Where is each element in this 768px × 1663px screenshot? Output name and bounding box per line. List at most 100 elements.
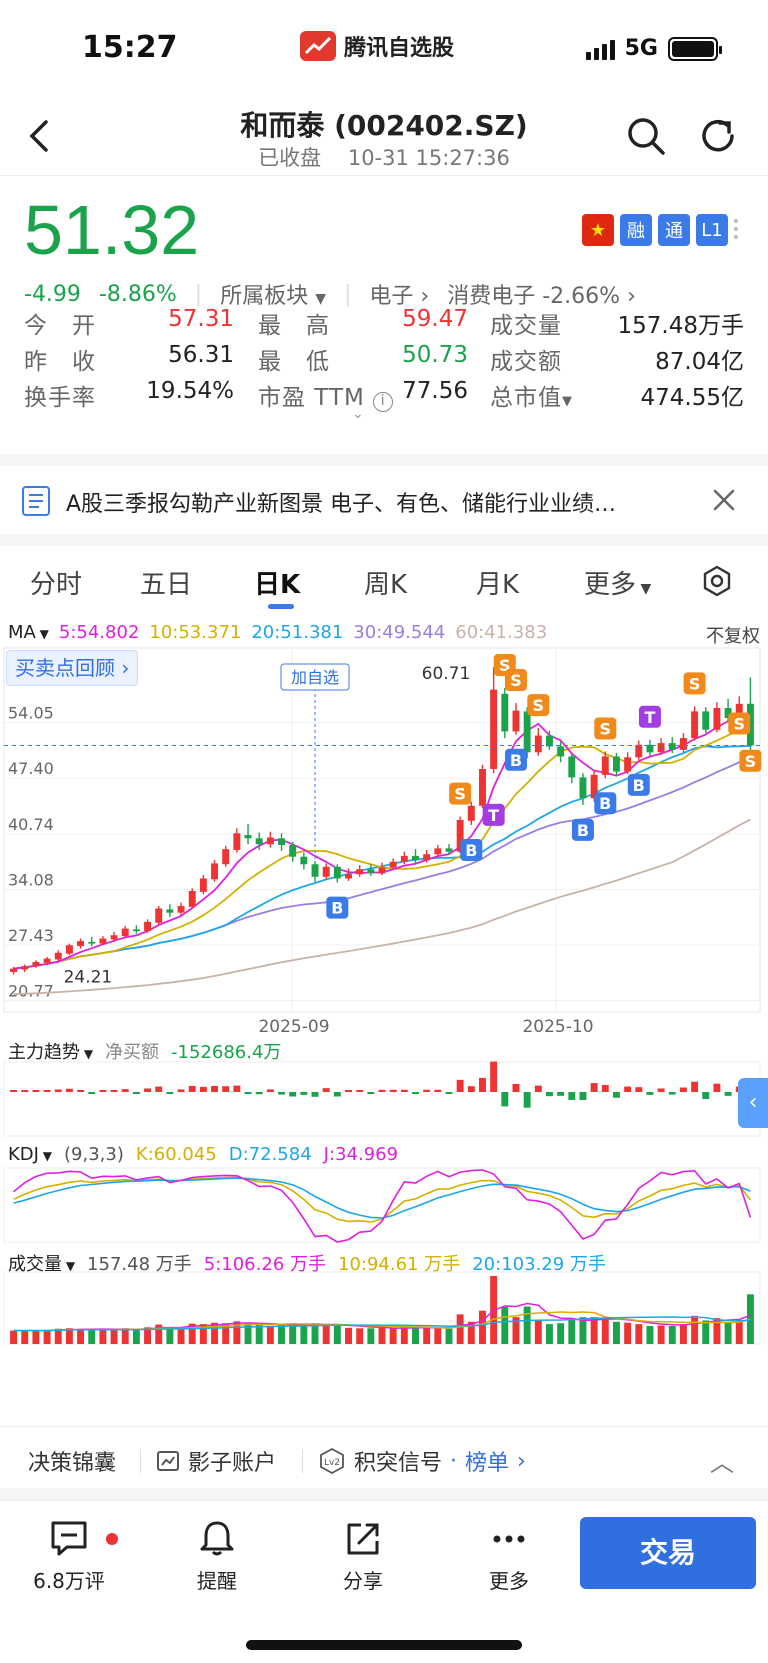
alert-button[interactable]: 提醒	[162, 1519, 272, 1594]
tab-more[interactable]: 更多 ▼	[584, 564, 651, 601]
candle-body	[244, 835, 252, 839]
badge-margin[interactable]: 融	[620, 214, 652, 246]
flow-bar	[166, 1092, 174, 1094]
home-indicator	[246, 1640, 522, 1650]
network-label: 5G	[624, 36, 658, 61]
market-datetime: 10-31 15:27:36	[347, 146, 510, 170]
volume-bar	[132, 1330, 140, 1344]
app-logo-icon	[300, 31, 336, 61]
flow-bar	[278, 1092, 285, 1095]
news-banner[interactable]: A股三季报勾勒产业新图景 电子、有色、储能行业业绩…	[0, 468, 768, 534]
volume-bar	[624, 1322, 632, 1344]
price-change-pct: -8.86%	[98, 281, 177, 307]
flow-bar	[322, 1088, 330, 1092]
caret-down-icon: ▼	[636, 581, 652, 597]
expand-chevron-icon[interactable]: ⌄	[352, 406, 364, 422]
candle-body	[546, 735, 553, 747]
buysell-review-button[interactable]: 买卖点回顾 ›	[6, 650, 139, 686]
badge-connect[interactable]: 通	[658, 214, 690, 246]
side-panel-toggle[interactable]: ‹	[738, 1078, 768, 1128]
volume-bar	[88, 1329, 96, 1344]
search-button[interactable]	[624, 114, 668, 158]
candle-body	[77, 941, 85, 947]
flow-bar	[300, 1092, 308, 1095]
volume-ma5: 5:106.26 万手	[203, 1254, 326, 1275]
flow-bar	[657, 1088, 665, 1092]
tab-daily-k[interactable]: 日K	[254, 564, 300, 601]
candle-body	[601, 756, 609, 775]
badge-level1[interactable]: L1	[696, 214, 728, 246]
candle-body	[54, 952, 62, 960]
candle-body	[445, 848, 453, 852]
pe-label[interactable]: 市盈 TTM i	[258, 378, 394, 412]
chevron-left-icon: ‹	[748, 1090, 758, 1115]
flow-bar	[445, 1092, 453, 1094]
shadow-account[interactable]: 影子账户	[156, 1445, 276, 1477]
kdj-selector[interactable]: KDJ ▼	[8, 1144, 52, 1165]
flow-bar	[691, 1081, 699, 1092]
volume-label: 成交量	[490, 313, 562, 339]
price-change: -4.99	[24, 281, 81, 307]
tab-intraday[interactable]: 分时	[30, 564, 82, 601]
signal-badge-letter: B	[465, 841, 477, 860]
more-dots-icon	[493, 1535, 525, 1543]
y-tick-label: 34.08	[8, 870, 54, 889]
tab-monthly-k[interactable]: 月K	[476, 564, 519, 601]
candle-body	[713, 708, 721, 730]
volume-bar	[546, 1324, 553, 1344]
mcap-value: 474.55亿	[640, 385, 744, 411]
volume-selector[interactable]: 成交量 ▼	[8, 1250, 75, 1276]
chevron-up-icon[interactable]: ︿	[710, 1443, 734, 1478]
flow-selector[interactable]: 主力趋势 ▼	[8, 1038, 93, 1064]
strategy-kit[interactable]: 决策锦囊	[28, 1445, 116, 1477]
flow-bar	[579, 1092, 587, 1100]
more-dots-icon[interactable]: • • •	[732, 215, 740, 245]
flow-bar	[289, 1092, 297, 1097]
candle-body	[523, 711, 531, 753]
ma60-line	[13, 818, 751, 996]
settings-icon	[703, 565, 731, 597]
volume-bar	[668, 1325, 676, 1344]
candle-body	[378, 867, 386, 874]
kline-chart[interactable]: 54.05 47.40 40.74 34.08 27.43 20.77 2025-09 202…	[0, 616, 768, 1426]
flow-bar	[199, 1086, 207, 1092]
more-button[interactable]: 更多	[454, 1519, 564, 1594]
net-buy-value: -152686.4万	[171, 1042, 282, 1063]
signal-badge-letter: T	[644, 708, 655, 727]
candle-body	[345, 874, 352, 879]
open-value: 57.31	[168, 306, 234, 332]
divider	[302, 1449, 303, 1473]
candle-body	[311, 864, 319, 877]
signal-badge-letter: S	[533, 696, 545, 715]
volume-bar	[724, 1322, 732, 1344]
volume-bar	[32, 1330, 40, 1344]
news-text: A股三季报勾勒产业新图景 电子、有色、储能行业业绩…	[66, 492, 617, 517]
volume-bar	[255, 1325, 263, 1344]
signal-board[interactable]: Lv2 积突信号 · 榜单 ›	[318, 1445, 526, 1477]
mcap-label[interactable]: 总市值▼	[490, 378, 573, 412]
chevron-right-icon: ›	[121, 656, 130, 680]
signal-badge-letter: S	[689, 674, 701, 693]
quote-panel: 51.32 ★ 融 通 L1 • • • -4.99 -8.86% | 所属板块 ▼…	[0, 178, 768, 456]
volume-bar	[400, 1327, 408, 1344]
signal-badge-letter: B	[577, 821, 589, 840]
tab-5day[interactable]: 五日	[140, 564, 192, 601]
ranking-link[interactable]: 榜单	[465, 1445, 509, 1477]
chart-settings-button[interactable]	[700, 564, 734, 598]
candle-body	[289, 845, 297, 857]
close-button[interactable]	[710, 486, 738, 514]
flow-bar	[54, 1089, 62, 1092]
flow-bar	[546, 1092, 553, 1097]
trade-button[interactable]: 交易	[580, 1517, 756, 1589]
volume-bar	[121, 1328, 129, 1344]
share-button[interactable]: 分享	[308, 1519, 418, 1594]
y-tick-label: 20.77	[8, 982, 54, 1001]
refresh-button[interactable]	[696, 114, 740, 158]
stats-grid: 今 开 57.31 最 高 59.47 成交量 157.48万手 昨 收 56.…	[24, 306, 744, 422]
tab-weekly-k[interactable]: 周K	[364, 564, 407, 601]
comments-button[interactable]: 6.8万评	[14, 1519, 124, 1594]
refresh-icon	[702, 119, 734, 152]
pe-label-text: 市盈 TTM	[258, 385, 365, 411]
bottom-toolbar: 6.8万评 提醒 分享 更多 交易	[0, 1500, 768, 1630]
candle-body	[177, 906, 185, 913]
